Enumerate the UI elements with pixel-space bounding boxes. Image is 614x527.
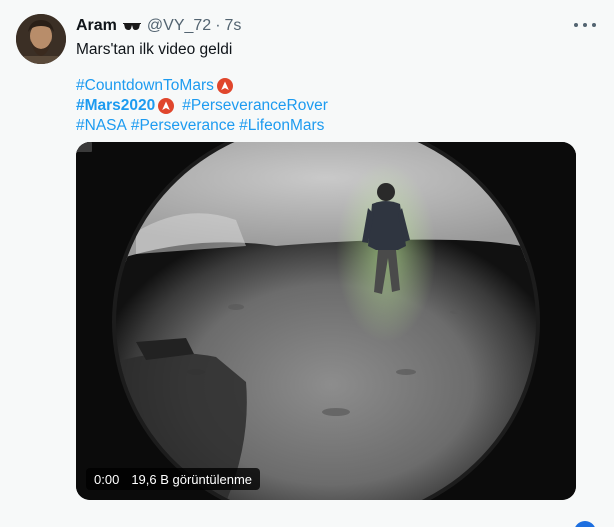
hashtag-link[interactable]: #PerseveranceRover <box>182 96 328 116</box>
timestamp[interactable]: 7s <box>225 17 242 35</box>
hashtag-line: #CountdownToMars <box>76 76 328 96</box>
more-icon[interactable] <box>574 18 596 32</box>
action-icon[interactable] <box>574 521 596 527</box>
hashtag-link[interactable]: #Perseverance <box>131 116 235 136</box>
hashtag-link[interactable]: #LifeonMars <box>239 116 324 136</box>
avatar[interactable] <box>16 14 66 64</box>
user-handle[interactable]: @VY_72 <box>147 17 211 35</box>
fullscreen-icon[interactable] <box>76 142 92 152</box>
hashtag-line: #NASA #Perseverance #LifeonMars <box>76 116 328 136</box>
video-player[interactable]: 0:00 19,6 B görüntülenme <box>76 142 576 500</box>
tweet-card[interactable]: Aram @VY_72 · 7s Mars'tan ilk video geld… <box>0 0 614 527</box>
video-info-overlay: 0:00 19,6 B görüntülenme <box>86 468 261 490</box>
video-frame <box>76 142 576 500</box>
hashtag-link[interactable]: #NASA <box>76 116 127 136</box>
sunglasses-icon <box>122 23 141 30</box>
mars-badge-icon <box>216 78 233 94</box>
display-name[interactable]: Aram <box>76 17 117 35</box>
separator: · <box>215 17 221 34</box>
mars-badge-icon <box>158 98 175 114</box>
tweet-header: Aram @VY_72 · 7s <box>76 15 594 37</box>
hashtag-line: #Mars2020 #PerseveranceRover <box>76 96 328 116</box>
view-count: 19,6 B görüntülenme <box>131 471 253 487</box>
hashtags: #CountdownToMars #Mars2020 #Perseverance… <box>76 76 328 136</box>
hashtag-link[interactable]: #CountdownToMars <box>76 76 214 96</box>
video-timestamp: 0:00 <box>94 471 120 487</box>
hashtag-link[interactable]: #Mars2020 <box>76 96 155 116</box>
tweet-text: Mars'tan ilk video geldi <box>76 41 233 58</box>
